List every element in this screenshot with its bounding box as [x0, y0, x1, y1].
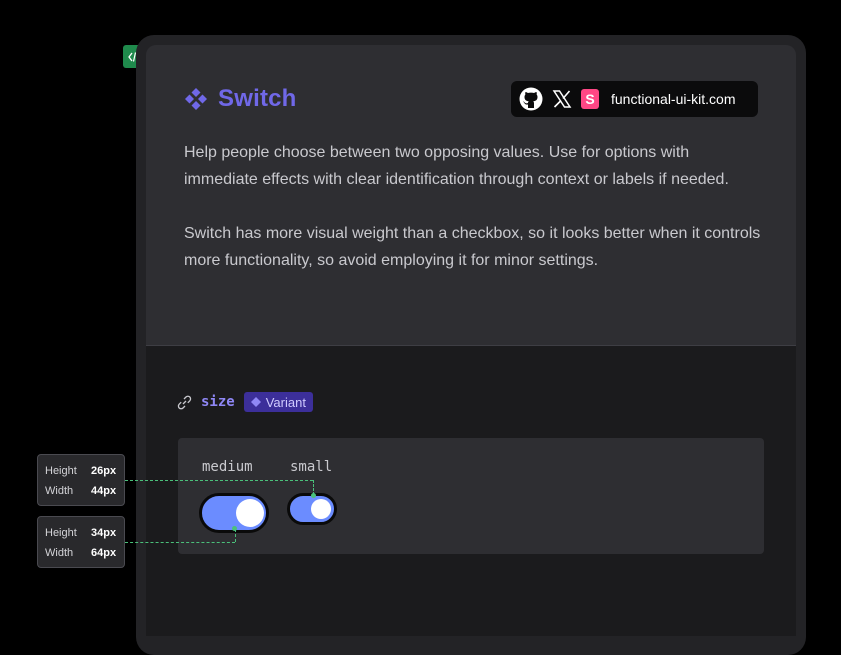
- measure-medium-height-value: 34px: [91, 527, 117, 539]
- github-icon[interactable]: [519, 87, 543, 111]
- x-twitter-icon[interactable]: [552, 89, 572, 109]
- description: Help people choose between two opposing …: [184, 139, 764, 301]
- page-title: Switch: [184, 85, 297, 113]
- measure-small-width-label: Width: [45, 485, 74, 497]
- measure-small: Height 26px Width 44px: [37, 454, 125, 506]
- measure-small-width-value: 44px: [91, 485, 117, 497]
- link-icon[interactable]: [177, 395, 192, 410]
- measure-small-leader: [125, 480, 313, 481]
- description-paragraph-1: Help people choose between two opposing …: [184, 144, 729, 188]
- title-text: Switch: [218, 85, 297, 112]
- component-diamond-icon: [185, 88, 207, 110]
- measure-medium-height-label: Height: [45, 527, 77, 539]
- medium-label: medium: [202, 459, 253, 475]
- measure-medium-width-label: Width: [45, 547, 74, 559]
- variant-badge-label: Variant: [265, 394, 306, 410]
- measure-small-height-value: 26px: [91, 465, 117, 477]
- measure-medium-leader: [125, 542, 235, 543]
- property-row: size Variant: [177, 392, 313, 412]
- measure-medium-width-value: 64px: [91, 547, 117, 559]
- variant-badge: Variant: [243, 392, 313, 412]
- measure-medium-leader-vertical: [235, 529, 236, 542]
- description-paragraph-2: Switch has more visual weight than a che…: [184, 225, 761, 269]
- link-bar: S functional-ui-kit.com: [511, 81, 758, 117]
- variant-diamond-icon: [250, 397, 261, 407]
- storybook-icon[interactable]: S: [581, 89, 599, 109]
- site-link[interactable]: functional-ui-kit.com: [611, 91, 736, 107]
- measure-small-anchor: [311, 493, 316, 498]
- measure-medium: Height 34px Width 64px: [37, 516, 125, 568]
- small-label: small: [290, 459, 333, 475]
- switch-small-knob: [311, 499, 331, 519]
- switch-medium-knob: [236, 499, 264, 527]
- switch-demo-box: [178, 438, 764, 554]
- measure-medium-anchor: [232, 526, 237, 531]
- property-name: size: [201, 394, 235, 410]
- measure-small-height-label: Height: [45, 465, 77, 477]
